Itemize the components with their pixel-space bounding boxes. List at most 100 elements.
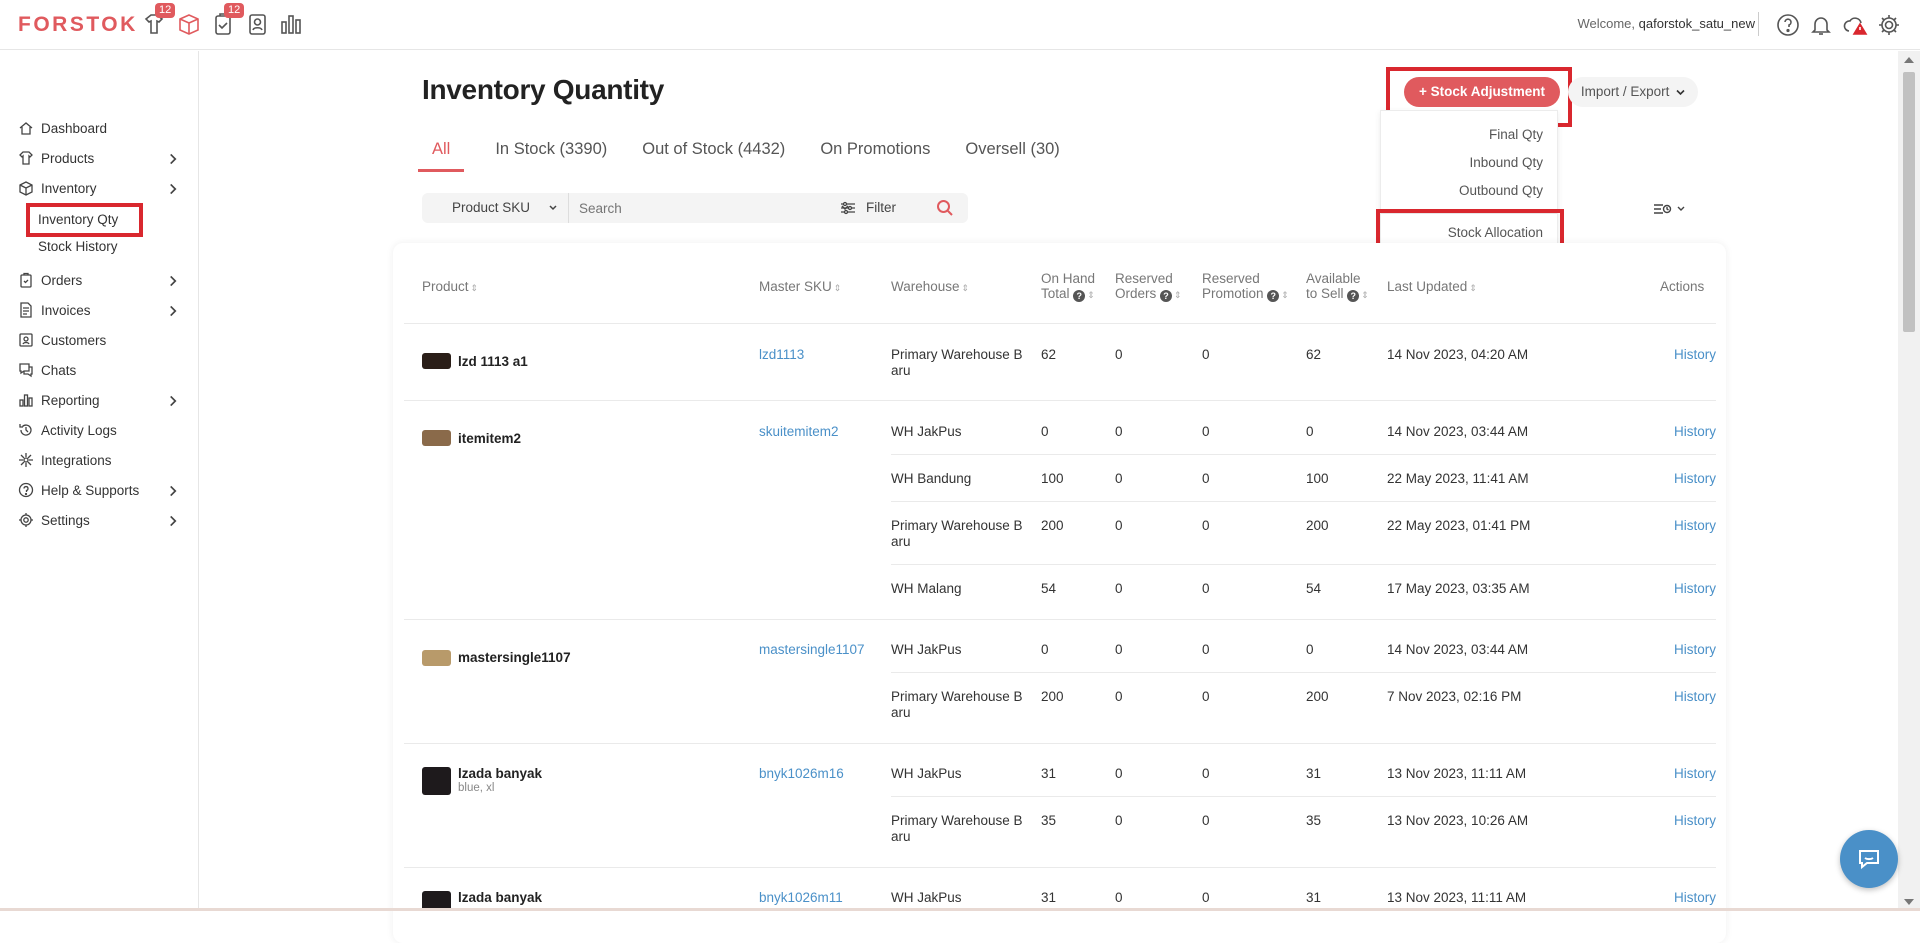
on-hand-total: 62 <box>1041 347 1057 362</box>
reserved-promotion: 0 <box>1202 642 1210 657</box>
filter-label: Filter <box>866 200 896 215</box>
available-to-sell: 35 <box>1306 813 1322 828</box>
menu-item-outbound-qty[interactable]: Outbound Qty <box>1459 183 1543 198</box>
tab-all[interactable]: All <box>418 140 465 172</box>
highlight-box <box>26 203 143 237</box>
column-header-available-to-sell[interactable]: Available to Sell ? ⇕ <box>1306 271 1369 303</box>
welcome-text: Welcome, qaforstok_satu_new <box>1577 16 1755 31</box>
sidebar-subitem-stock-history[interactable]: Stock History <box>38 239 118 254</box>
divider <box>891 454 1716 455</box>
sidebar-item-integrations[interactable]: Integrations <box>18 449 188 471</box>
history-link[interactable]: History <box>1674 689 1716 705</box>
package-icon[interactable] <box>175 10 203 38</box>
history-link[interactable]: History <box>1674 642 1716 658</box>
import-export-button[interactable]: Import / Export <box>1568 77 1698 107</box>
integration-icon <box>19 453 33 467</box>
sidebar-item-activity-logs[interactable]: Activity Logs <box>18 419 188 441</box>
search-input[interactable] <box>569 193 769 223</box>
warehouse-name: Primary Warehouse Baru <box>891 813 1023 844</box>
sidebar-item-label: Help & Supports <box>41 482 140 498</box>
sidebar-item-reporting[interactable]: Reporting <box>18 389 188 411</box>
chevron-right-icon <box>170 305 177 317</box>
available-to-sell: 100 <box>1306 471 1329 486</box>
tab-oversell[interactable]: Oversell (30) <box>965 140 1059 172</box>
warehouse-name: WH Malang <box>891 581 962 596</box>
reserved-orders: 0 <box>1115 471 1123 486</box>
sidebar-item-orders[interactable]: Orders <box>18 269 188 291</box>
last-updated: 22 May 2023, 11:41 AM <box>1387 471 1529 486</box>
menu-item-final-qty[interactable]: Final Qty <box>1489 127 1543 142</box>
filter-button[interactable]: Filter <box>830 193 920 223</box>
column-header-warehouse[interactable]: Warehouse ⇕ <box>891 279 969 296</box>
column-header-last-updated[interactable]: Last Updated ⇕ <box>1387 279 1477 296</box>
page-scrollbar[interactable] <box>1898 51 1920 911</box>
reserved-promotion: 0 <box>1202 581 1210 596</box>
bell-icon[interactable] <box>1808 12 1834 38</box>
last-updated: 22 May 2023, 01:41 PM <box>1387 518 1531 533</box>
column-header-on-hand-total[interactable]: On Hand Total ? ⇕ <box>1041 271 1095 303</box>
column-settings-icon[interactable] <box>1652 199 1688 219</box>
tab-on-promotions[interactable]: On Promotions <box>820 140 930 172</box>
history-link[interactable]: History <box>1674 766 1716 782</box>
forstok-logo[interactable]: FORSTOK <box>18 13 138 37</box>
history-link[interactable]: History <box>1674 890 1716 906</box>
sidebar-item-customers[interactable]: Customers <box>18 329 188 351</box>
menu-item-inbound-qty[interactable]: Inbound Qty <box>1469 155 1543 170</box>
master-sku-link[interactable]: bnyk1026m11 <box>759 890 843 906</box>
scroll-down-arrow-icon[interactable] <box>1904 899 1914 905</box>
search-field-select[interactable]: Product SKU <box>422 193 568 223</box>
divider <box>891 796 1716 797</box>
cloud-alert-icon[interactable] <box>1842 12 1868 38</box>
tab-out-of-stock[interactable]: Out of Stock (4432) <box>642 140 785 172</box>
username[interactable]: qaforstok_satu_new <box>1639 16 1755 31</box>
product-name[interactable]: mastersingle1107 <box>458 650 571 665</box>
divider <box>404 743 1716 744</box>
master-sku-link[interactable]: mastersingle1107 <box>759 642 865 658</box>
scroll-up-arrow-icon[interactable] <box>1904 57 1914 63</box>
tab-in-stock[interactable]: In Stock (3390) <box>495 140 607 172</box>
history-link[interactable]: History <box>1674 813 1716 829</box>
history-link[interactable]: History <box>1674 518 1716 534</box>
scrollbar-thumb[interactable] <box>1903 72 1915 332</box>
orders-shortcut-icon[interactable]: 12 <box>209 3 245 38</box>
product-name[interactable]: lzd 1113 a1 <box>458 354 528 369</box>
available-to-sell: 31 <box>1306 890 1322 905</box>
last-updated: 13 Nov 2023, 10:26 AM <box>1387 813 1529 828</box>
page-title: Inventory Quantity <box>422 74 664 105</box>
column-header-master-sku[interactable]: Master SKU ⇕ <box>759 279 841 296</box>
sidebar-item-settings[interactable]: Settings <box>18 509 188 531</box>
info-icon: ? <box>1267 290 1280 302</box>
product-name[interactable]: lzada banyak <box>458 890 542 905</box>
history-link[interactable]: History <box>1674 347 1716 363</box>
history-link[interactable]: History <box>1674 581 1716 597</box>
sidebar: Dashboard Products Inventory Inventory Q… <box>0 51 199 911</box>
search-icon[interactable] <box>935 198 955 218</box>
help-icon[interactable] <box>1775 12 1801 38</box>
bar-chart-icon[interactable] <box>277 10 305 38</box>
product-name[interactable]: lzada banyak <box>458 766 542 781</box>
column-header-product[interactable]: Product ⇕ <box>422 279 478 296</box>
products-shortcut-icon[interactable]: 12 <box>140 3 176 38</box>
sidebar-item-products[interactable]: Products <box>18 147 188 169</box>
notification-badge: 12 <box>224 3 245 18</box>
box-icon <box>19 181 33 196</box>
sidebar-item-help-supports[interactable]: Help & Supports <box>18 479 188 501</box>
sidebar-item-chats[interactable]: Chats <box>18 359 188 381</box>
sidebar-item-inventory[interactable]: Inventory <box>18 177 188 199</box>
import-export-label: Import / Export <box>1580 84 1670 99</box>
clipboard-icon <box>20 272 32 288</box>
master-sku-link[interactable]: bnyk1026m16 <box>759 766 844 782</box>
column-header-reserved-orders[interactable]: Reserved Orders ? ⇕ <box>1115 271 1182 303</box>
history-link[interactable]: History <box>1674 471 1716 487</box>
contact-book-icon[interactable] <box>243 10 271 38</box>
gear-icon[interactable] <box>1876 12 1902 38</box>
master-sku-link[interactable]: lzd1113 <box>759 347 804 363</box>
history-link[interactable]: History <box>1674 424 1716 440</box>
product-name[interactable]: itemitem2 <box>458 431 521 446</box>
product-thumbnail <box>422 430 451 446</box>
sidebar-item-invoices[interactable]: Invoices <box>18 299 188 321</box>
live-chat-button[interactable] <box>1840 830 1898 888</box>
sidebar-item-dashboard[interactable]: Dashboard <box>18 117 188 139</box>
column-header-reserved-promotion[interactable]: Reserved Promotion ? ⇕ <box>1202 271 1289 303</box>
master-sku-link[interactable]: skuitemitem2 <box>759 424 839 440</box>
